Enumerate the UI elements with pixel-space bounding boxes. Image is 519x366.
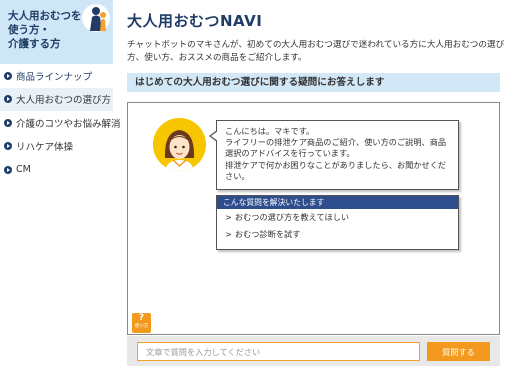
chevron-right-icon: > bbox=[225, 212, 232, 222]
help-button[interactable]: ? 使い方 bbox=[132, 313, 151, 333]
sidebar-title-line: 使う方・ bbox=[8, 24, 50, 36]
sidebar-item-label: CM bbox=[16, 164, 31, 176]
sidebar: 大人用おむつを 使う方・ 介護する方 商品ラインナップ 大人用おむつの選び方 介… bbox=[0, 0, 121, 366]
sidebar-item-care-tips[interactable]: 介護のコツやお悩み解消 bbox=[0, 111, 121, 135]
sidebar-title-line: 介護する方 bbox=[8, 38, 61, 50]
greeting-line: さい。 bbox=[225, 170, 250, 181]
help-label: 使い方 bbox=[134, 324, 149, 329]
greeting-line: ライフリーの排泄ケア商品のご紹介、使い方のご説明、商品 bbox=[225, 137, 447, 148]
arrow-circle-icon bbox=[4, 71, 12, 80]
arrow-circle-icon bbox=[4, 95, 12, 104]
sidebar-item-cm[interactable]: CM bbox=[0, 158, 113, 182]
arrow-circle-icon bbox=[4, 165, 12, 174]
sidebar-item-label: 大人用おむつの選び方 bbox=[16, 95, 112, 107]
chat-window: こんにちは。マキです。 ライフリーの排泄ケア商品のご紹介、使い方のご説明、商品 … bbox=[127, 102, 500, 335]
page-title: 大人用おむつNAVI bbox=[127, 12, 263, 30]
intro-text: チャットボットのマキさんが、初めての大人用おむつ選びで迷われている方に大人用おむ… bbox=[127, 40, 505, 63]
woman-face-icon bbox=[153, 118, 206, 171]
greeting-line: 排泄ケアで何かお困りなことがありましたら、お聞かせくだ bbox=[225, 159, 447, 170]
question-link-diagnosis[interactable]: > おむつ診断を試す bbox=[217, 226, 458, 243]
question-label: おむつ診断を試す bbox=[234, 229, 301, 239]
suggested-questions-card: こんな質問を解決いたします > おむつの選び方を教えてほしい > おむつ診断を試す bbox=[216, 195, 459, 250]
greeting-line: 選択のアドバイスを行っています。 bbox=[225, 148, 355, 159]
question-label: おむつの選び方を教えてほしい bbox=[234, 212, 350, 222]
chevron-right-icon: > bbox=[225, 229, 232, 239]
section-heading: はじめての大人用おむつ選びに関する疑問にお答えします bbox=[127, 73, 500, 92]
sidebar-item-label: リハケア体操 bbox=[16, 142, 74, 154]
caregiver-icon bbox=[82, 4, 110, 32]
sidebar-item-label: 商品ラインナップ bbox=[16, 71, 93, 83]
sidebar-item-rehab-exercise[interactable]: リハケア体操 bbox=[0, 135, 113, 159]
question-input[interactable] bbox=[137, 342, 420, 361]
greeting-bubble: こんにちは。マキです。 ライフリーの排泄ケア商品のご紹介、使い方のご説明、商品 … bbox=[216, 120, 459, 190]
arrow-circle-icon bbox=[4, 118, 12, 127]
sidebar-title-line: 大人用おむつを bbox=[8, 10, 82, 22]
question-link-how-to-choose[interactable]: > おむつの選び方を教えてほしい bbox=[217, 209, 458, 226]
sidebar-item-lineup[interactable]: 商品ラインナップ bbox=[0, 64, 113, 88]
maki-avatar bbox=[153, 118, 206, 171]
chat-input-bar: 質問する bbox=[127, 336, 500, 366]
card-title: こんな質問を解決いたします bbox=[217, 196, 458, 209]
question-mark-icon: ? bbox=[138, 313, 145, 323]
bubble-tail-fill bbox=[211, 131, 218, 141]
sidebar-nav: 商品ラインナップ 大人用おむつの選び方 介護のコツやお悩み解消 リハケア体操 C… bbox=[0, 64, 121, 182]
arrow-circle-icon bbox=[4, 142, 12, 151]
greeting-line: こんにちは。マキです。 bbox=[225, 126, 315, 136]
sidebar-header[interactable]: 大人用おむつを 使う方・ 介護する方 bbox=[0, 0, 113, 64]
ask-button[interactable]: 質問する bbox=[427, 342, 490, 361]
sidebar-item-label: 介護のコツやお悩み解消 bbox=[16, 118, 121, 130]
sidebar-title: 大人用おむつを 使う方・ 介護する方 bbox=[8, 9, 88, 51]
sidebar-item-how-to-choose[interactable]: 大人用おむつの選び方 bbox=[0, 87, 113, 111]
main-content: 大人用おむつNAVI チャットボットのマキさんが、初めての大人用おむつ選びで迷わ… bbox=[122, 0, 512, 366]
